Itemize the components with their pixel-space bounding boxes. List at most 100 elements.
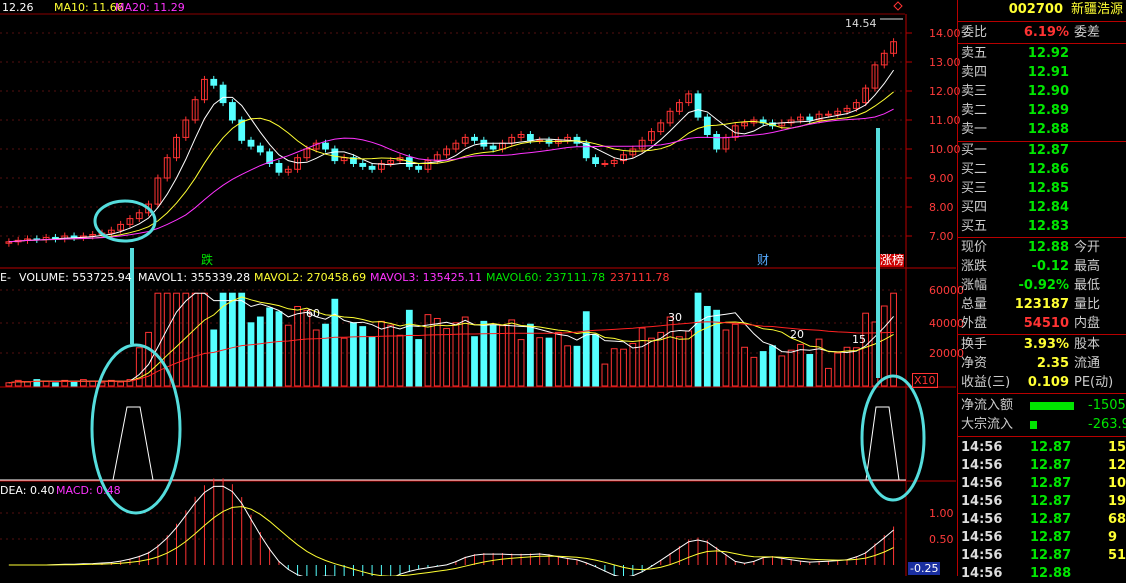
signal-trapezoid — [112, 406, 154, 481]
volume-bar — [359, 326, 367, 387]
stat-row[interactable]: 总量 123187 量比 — [958, 296, 1126, 314]
volume-bar — [880, 305, 888, 387]
stat-row[interactable]: 涨幅 -0.92% 最低 — [958, 277, 1126, 295]
flow-value: -263.9 — [1088, 417, 1126, 432]
volume-bar — [33, 379, 41, 387]
tick-time: 14:56 — [961, 494, 1003, 509]
bid-row[interactable]: 买一 12.87 — [958, 142, 1126, 160]
ask-row[interactable]: 卖四 12.91 — [958, 64, 1126, 82]
bid-price: 12.86 — [1027, 162, 1069, 177]
volume-bar — [620, 348, 627, 387]
stat-row[interactable]: 现价 12.88 今开 — [958, 239, 1126, 257]
price-tick: 8.00 — [929, 201, 954, 214]
volume-legend: VOLUME: 553725.94 — [19, 271, 132, 284]
bid-row[interactable]: 买四 12.84 — [958, 199, 1126, 217]
volume-bar — [564, 345, 572, 387]
stat-row[interactable]: 收益(三) 0.109 PE(动) — [958, 374, 1126, 392]
volume-bar — [191, 292, 199, 387]
stat-row[interactable]: 净资 2.35 流通 — [958, 355, 1126, 373]
bid-row[interactable]: 买五 12.83 — [958, 218, 1126, 236]
macd-tick-current: -0.25 — [908, 562, 941, 575]
tick-volume: 9 — [1108, 530, 1118, 545]
volume-bar — [722, 329, 730, 387]
stock-title[interactable]: 002700 新疆浩源 — [958, 1, 1126, 19]
tick-row[interactable]: 14:56 12.87 125 — [958, 457, 1126, 475]
ma5-line — [8, 69, 895, 243]
tick-price: 12.87 — [1030, 512, 1072, 527]
candle-body — [70, 235, 78, 238]
stat-row[interactable]: 涨跌 -0.12 最高 — [958, 258, 1126, 276]
tick-price: 12.87 — [1030, 548, 1072, 563]
divider — [958, 436, 1126, 437]
marker-cai[interactable]: 财 — [757, 254, 769, 267]
volume-bar — [750, 356, 758, 387]
tick-row[interactable]: 14:56 12.87 154 — [958, 439, 1126, 457]
bid-label: 买五 — [961, 219, 988, 234]
stat-value: 12.88 — [1027, 240, 1069, 255]
ask-row[interactable]: 卖二 12.89 — [958, 102, 1126, 120]
marker-zhangbang[interactable]: 涨榜 — [880, 254, 905, 267]
volume-bar — [219, 292, 227, 387]
volume-bar — [601, 363, 609, 387]
chart-canvas[interactable] — [0, 0, 956, 576]
volume-bar — [284, 324, 292, 387]
volume-prefix: E- — [0, 271, 11, 284]
stat-label-2: 股本 — [1074, 337, 1101, 352]
ask-row[interactable]: 卖一 12.88 — [958, 121, 1126, 139]
volume-bar — [629, 342, 637, 387]
kline-chart-area[interactable]: 12.26 MA10: 11.66 MA20: 11.29 14.54 14.0… — [0, 0, 964, 576]
mavol-extra-legend: 237111.78 — [610, 271, 670, 284]
tick-row[interactable]: 14:56 12.87 103 — [958, 475, 1126, 493]
tick-row[interactable]: 14:56 12.88 — [958, 565, 1126, 583]
divider — [958, 334, 1126, 335]
bid-row[interactable]: 买三 12.85 — [958, 180, 1126, 198]
marker-die[interactable]: 跌 — [201, 254, 213, 267]
stat-value: 123187 — [1014, 297, 1069, 312]
tick-row[interactable]: 14:56 12.87 9 — [958, 529, 1126, 547]
candle-body — [210, 78, 218, 86]
candle-body — [713, 134, 721, 150]
candle-body — [471, 136, 478, 141]
candle-body — [368, 165, 376, 170]
candle-body — [229, 102, 236, 121]
tick-row[interactable]: 14:56 12.87 195 — [958, 493, 1126, 511]
volume-bar — [256, 316, 264, 387]
volume-bar — [890, 292, 897, 387]
candle-body — [331, 148, 339, 162]
stat-label-2: PE(动) — [1074, 375, 1114, 390]
stock-code: 002700 — [1008, 2, 1063, 17]
flow-bar — [1030, 421, 1037, 429]
bid-label: 买一 — [961, 143, 988, 158]
volume-bar — [592, 334, 599, 387]
tick-volume: 103 — [1108, 476, 1126, 491]
tick-time: 14:56 — [961, 440, 1003, 455]
stat-label-2: 量比 — [1074, 297, 1101, 312]
tick-row[interactable]: 14:56 12.87 51 — [958, 547, 1126, 565]
volume-bar — [24, 381, 31, 387]
volume-unit: X10 — [912, 373, 938, 388]
volume-bar — [554, 331, 562, 387]
ask-row[interactable]: 卖五 12.92 — [958, 45, 1126, 63]
bid-row[interactable]: 买二 12.86 — [958, 161, 1126, 179]
stat-label-2: 最低 — [1074, 278, 1101, 293]
ask-label: 卖一 — [961, 122, 988, 137]
mavol1-legend: MAVOL1: 355339.28 — [138, 271, 251, 284]
tick-row[interactable]: 14:56 12.87 68 — [958, 511, 1126, 529]
tick-price: 12.87 — [1030, 494, 1072, 509]
ask-price: 12.89 — [1027, 103, 1069, 118]
tick-time: 14:56 — [961, 458, 1003, 473]
stat-label: 涨幅 — [961, 278, 988, 293]
stat-row[interactable]: 换手 3.93% 股本 — [958, 336, 1126, 354]
ask-row[interactable]: 卖三 12.90 — [958, 83, 1126, 101]
stat-value: -0.92% — [1018, 278, 1070, 293]
volume-bar — [536, 337, 544, 387]
volume-bar — [862, 312, 870, 387]
flow-row: 净流入额 -1505 — [958, 397, 1126, 415]
ma20-legend: MA20: 11.29 — [115, 1, 185, 14]
volume-bar — [145, 331, 152, 387]
ma5-legend: 12.26 — [2, 1, 34, 14]
stat-row[interactable]: 外盘 54510 内盘 — [958, 315, 1126, 333]
tick-price: 12.87 — [1030, 458, 1072, 473]
stat-label: 净资 — [961, 356, 988, 371]
candle-body — [592, 157, 599, 164]
